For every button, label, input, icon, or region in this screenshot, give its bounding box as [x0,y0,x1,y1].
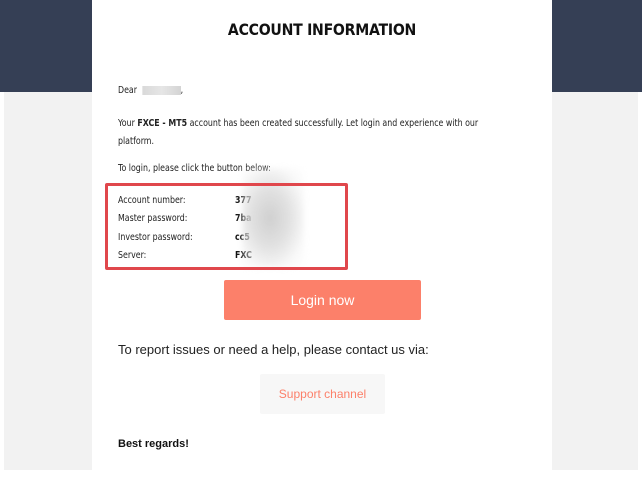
intro-line-2: platform. [118,136,154,147]
report-issues-text: To report issues or need a help, please … [118,342,429,357]
greeting-suffix: , [180,85,184,96]
greeting: Dear , [118,85,183,96]
closing-text: Best regards! [118,438,189,450]
login-now-button[interactable]: Login now [224,280,421,320]
support-channel-button[interactable]: Support channel [260,374,385,414]
greeting-prefix: Dear [118,85,137,96]
intro-line-1: Your FXCE - MT5 account has been created… [118,118,478,129]
intro-prefix: Your [118,118,138,129]
email-card: ACCOUNT INFORMATION Dear , Your FXCE - M… [92,0,552,478]
credentials-highlight-box [105,183,348,270]
email-title: ACCOUNT INFORMATION [227,20,417,39]
redacted-name [142,86,181,95]
platform-name: FXCE - MT5 [137,118,188,129]
intro-suffix: account has been created successfully. L… [187,118,479,129]
